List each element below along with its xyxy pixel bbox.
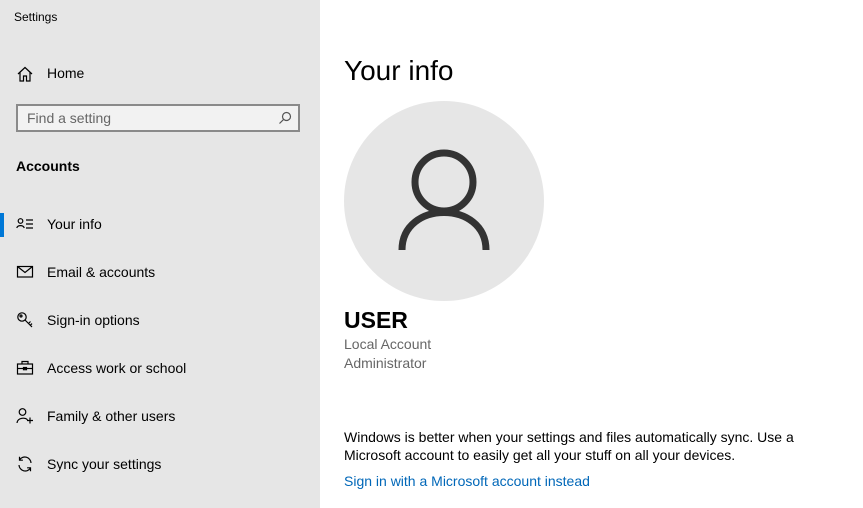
home-icon — [16, 65, 34, 83]
home-label: Home — [47, 65, 85, 81]
section-heading: Accounts — [16, 158, 80, 174]
home-nav-item[interactable]: Home — [0, 56, 320, 90]
sync-icon — [16, 455, 34, 473]
sidebar-item-sync-your-settings[interactable]: Sync your settings — [0, 444, 320, 484]
key-icon — [16, 311, 34, 329]
user-silhouette-icon — [398, 149, 490, 251]
sidebar-item-label: Email & accounts — [47, 264, 156, 280]
sign-in-microsoft-link[interactable]: Sign in with a Microsoft account instead — [344, 473, 590, 489]
user-name: USER — [344, 307, 408, 333]
search-icon[interactable] — [278, 111, 292, 125]
sidebar-item-access-work-or-school[interactable]: Access work or school — [0, 348, 320, 388]
account-type: Local Account — [344, 336, 432, 352]
mail-icon — [16, 263, 34, 281]
person-add-icon — [16, 407, 34, 425]
selection-indicator — [0, 213, 4, 237]
contact-card-icon — [16, 215, 34, 233]
sidebar-item-label: Family & other users — [47, 408, 176, 424]
briefcase-icon — [16, 359, 34, 377]
sync-message: Windows is better when your settings and… — [344, 429, 794, 463]
sidebar-item-label: Sync your settings — [47, 456, 162, 472]
search-input[interactable] — [18, 106, 277, 130]
main-content: Your info USER Local Account Administrat… — [320, 0, 863, 508]
page-title: Your info — [344, 55, 454, 86]
sidebar-item-email-accounts[interactable]: Email & accounts — [0, 252, 320, 292]
sidebar-item-your-info[interactable]: Your info — [0, 204, 320, 244]
account-role: Administrator — [344, 355, 427, 371]
avatar — [344, 101, 544, 301]
sidebar-item-label: Your info — [47, 216, 102, 232]
sidebar: Settings Home Accounts You — [0, 0, 320, 508]
app-title: Settings — [14, 10, 58, 24]
sidebar-item-family-other-users[interactable]: Family & other users — [0, 396, 320, 436]
sidebar-item-sign-in-options[interactable]: Sign-in options — [0, 300, 320, 340]
sidebar-item-label: Access work or school — [47, 360, 187, 376]
sidebar-item-label: Sign-in options — [47, 312, 140, 328]
search-box[interactable] — [16, 104, 300, 132]
